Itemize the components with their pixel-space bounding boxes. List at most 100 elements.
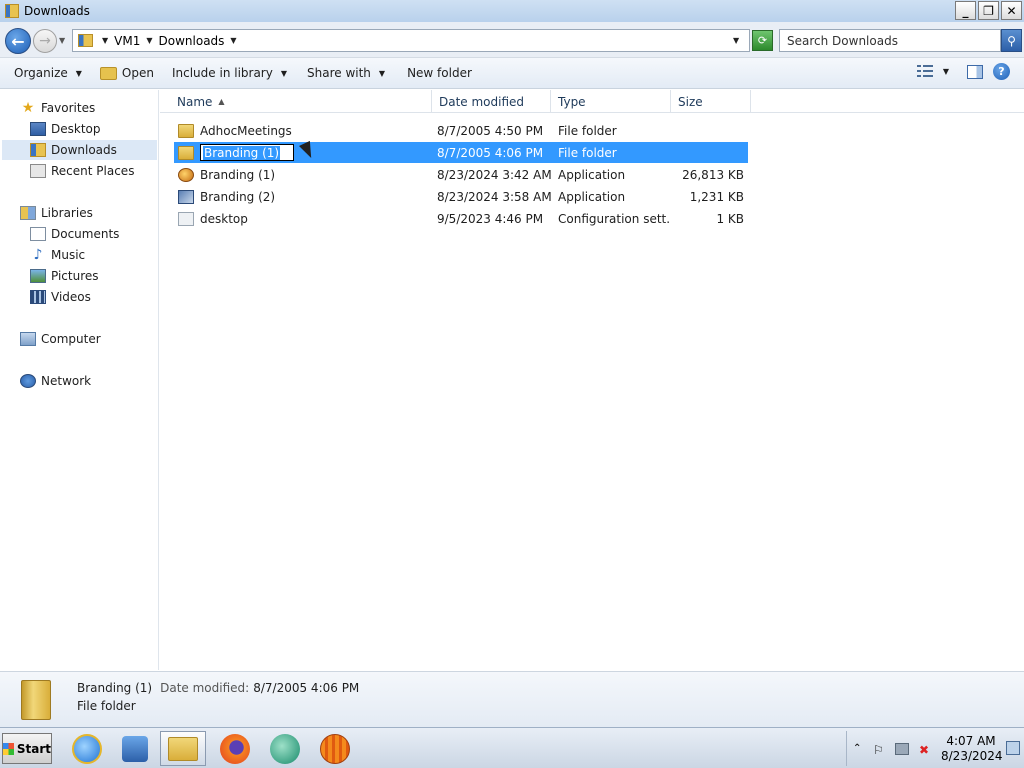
column-name[interactable]: Name ▲ bbox=[170, 90, 432, 113]
internet-explorer-icon bbox=[72, 733, 102, 764]
open-button[interactable]: Open bbox=[99, 66, 154, 80]
location-folder-icon bbox=[78, 34, 93, 47]
taskbar-green-app[interactable] bbox=[262, 731, 308, 766]
file-row[interactable]: AdhocMeetings 8/7/2005 4:50 PM File fold… bbox=[174, 120, 748, 141]
refresh-button[interactable]: ⟳ bbox=[752, 30, 773, 51]
file-type-cell: File folder bbox=[558, 123, 617, 138]
column-size[interactable]: Size bbox=[671, 90, 751, 113]
nav-documents[interactable]: Documents bbox=[30, 224, 119, 244]
column-date-modified[interactable]: Date modified bbox=[432, 90, 551, 113]
downloads-folder-icon bbox=[5, 4, 19, 18]
chevron-down-icon: ▼ bbox=[378, 68, 386, 78]
details-type: File folder bbox=[77, 699, 136, 713]
file-row-selected[interactable]: Branding (1) 8/7/2005 4:06 PM File folde… bbox=[174, 142, 748, 163]
file-row[interactable]: desktop 9/5/2023 4:46 PM Configuration s… bbox=[174, 208, 748, 229]
network-icon bbox=[20, 374, 36, 388]
volume-muted-icon[interactable]: ✖ bbox=[919, 743, 933, 757]
star-icon: ★ bbox=[21, 100, 35, 116]
nav-favorites[interactable]: ★ Favorites bbox=[20, 98, 96, 118]
minimize-button[interactable]: _ bbox=[955, 1, 976, 20]
taskbar-firefox[interactable] bbox=[212, 731, 258, 766]
share-with-button[interactable]: Share with ▼ bbox=[307, 66, 385, 80]
nav-music[interactable]: ♪ Music bbox=[30, 245, 86, 265]
organize-button[interactable]: Organize ▼ bbox=[14, 66, 82, 80]
search-input[interactable]: Search Downloads bbox=[779, 29, 1001, 52]
chevron-down-icon[interactable]: ▼ bbox=[230, 36, 236, 45]
file-name-cell: desktop bbox=[178, 208, 428, 229]
restore-button[interactable]: ❐ bbox=[978, 1, 999, 20]
column-type[interactable]: Type bbox=[551, 90, 671, 113]
file-date-cell: 9/5/2023 4:46 PM bbox=[437, 211, 544, 226]
search-icon[interactable]: ⚲ bbox=[1001, 29, 1022, 52]
flag-icon[interactable]: ⚐ bbox=[873, 743, 887, 757]
taskbar: Start ⌃ ⚐ ✖ 4:07 AM 8/23/2024 bbox=[0, 727, 1024, 768]
file-date-cell: 8/23/2024 3:42 AM bbox=[437, 167, 552, 182]
recent-pages-dropdown[interactable]: ▼ bbox=[59, 36, 65, 45]
navigation-pane: ★ Favorites Desktop Downloads Recent Plac… bbox=[0, 90, 159, 670]
forward-button[interactable]: → bbox=[33, 29, 57, 53]
file-list: Name ▲ Date modified Type Size AdhocMeeti… bbox=[160, 90, 1024, 670]
media-player-icon bbox=[122, 735, 148, 762]
clock-time: 4:07 AM bbox=[946, 734, 996, 748]
preview-pane-icon[interactable] bbox=[967, 64, 983, 79]
videos-icon bbox=[30, 290, 46, 304]
file-name-cell: Branding (2) bbox=[178, 186, 428, 207]
clock-date: 8/23/2024 bbox=[941, 749, 1003, 763]
nav-libraries[interactable]: Libraries bbox=[20, 203, 93, 223]
clock[interactable]: 4:07 AM 8/23/2024 bbox=[941, 734, 1003, 764]
config-file-icon bbox=[178, 211, 194, 226]
back-button[interactable]: ← bbox=[5, 28, 31, 54]
nav-desktop[interactable]: Desktop bbox=[30, 119, 101, 139]
taskbar-internet-explorer[interactable] bbox=[64, 731, 110, 766]
nav-recent-places[interactable]: Recent Places bbox=[30, 161, 134, 181]
nav-network[interactable]: Network bbox=[20, 371, 91, 391]
pictures-icon bbox=[30, 269, 46, 283]
taskbar-orange-app[interactable] bbox=[312, 731, 358, 766]
window-title: Downloads bbox=[24, 4, 90, 18]
start-button[interactable]: Start bbox=[2, 733, 52, 764]
include-in-library-button[interactable]: Include in library ▼ bbox=[172, 66, 287, 80]
file-type-cell: Configuration sett... bbox=[558, 211, 670, 226]
chevron-down-icon[interactable]: ▼ bbox=[146, 36, 152, 45]
breadcrumb-downloads[interactable]: Downloads ▼ bbox=[159, 34, 237, 48]
view-controls: ▼ ? bbox=[916, 63, 1010, 80]
file-size-cell bbox=[674, 142, 744, 163]
close-button[interactable]: ✕ bbox=[1001, 1, 1022, 20]
file-date-cell: 8/7/2005 4:50 PM bbox=[437, 123, 544, 138]
computer-icon bbox=[20, 332, 36, 346]
file-size-cell bbox=[674, 120, 744, 141]
rename-input[interactable]: Branding (1) bbox=[200, 144, 294, 161]
folder-icon bbox=[178, 145, 194, 160]
file-row[interactable]: Branding (2) 8/23/2024 3:58 AM Applicati… bbox=[174, 186, 748, 207]
nav-pictures[interactable]: Pictures bbox=[30, 266, 99, 286]
file-type-cell: Application bbox=[558, 167, 626, 182]
nav-videos[interactable]: Videos bbox=[30, 287, 91, 307]
file-size-cell: 1 KB bbox=[716, 211, 744, 226]
title-bar: Downloads _ ❐ ✕ bbox=[0, 0, 1024, 22]
file-size-cell: 1,231 KB bbox=[689, 189, 744, 204]
application-icon bbox=[178, 167, 194, 182]
window-controls: _ ❐ ✕ bbox=[955, 1, 1022, 20]
breadcrumb-vm1[interactable]: VM1 ▼ bbox=[114, 34, 152, 48]
view-options-dropdown[interactable]: ▼ bbox=[943, 67, 949, 76]
taskbar-file-explorer[interactable] bbox=[160, 731, 206, 766]
desktop-icon bbox=[30, 122, 46, 136]
file-explorer-icon bbox=[168, 736, 198, 761]
show-desktop-button[interactable] bbox=[1006, 741, 1020, 755]
help-icon[interactable]: ? bbox=[993, 63, 1010, 80]
nav-downloads[interactable]: Downloads bbox=[2, 140, 157, 160]
firefox-icon bbox=[220, 733, 250, 764]
file-name-cell: AdhocMeetings bbox=[178, 120, 428, 141]
address-bar[interactable]: ▼ VM1 ▼ Downloads ▼ bbox=[72, 29, 750, 52]
nav-computer[interactable]: Computer bbox=[20, 329, 101, 349]
root-chevron-icon[interactable]: ▼ bbox=[102, 36, 108, 45]
taskbar-media-player[interactable] bbox=[112, 731, 158, 766]
new-folder-button[interactable]: New folder bbox=[407, 66, 472, 80]
show-hidden-icons-icon[interactable]: ⌃ bbox=[853, 743, 867, 755]
file-row[interactable]: Branding (1) 8/23/2024 3:42 AM Applicati… bbox=[174, 164, 748, 185]
change-view-icon[interactable] bbox=[916, 64, 933, 79]
network-status-icon[interactable] bbox=[895, 743, 909, 755]
details-pane: Branding (1) Date modified: 8/7/2005 4:0… bbox=[0, 671, 1024, 727]
green-app-icon bbox=[270, 733, 300, 764]
address-history-dropdown[interactable]: ▼ bbox=[733, 36, 739, 45]
